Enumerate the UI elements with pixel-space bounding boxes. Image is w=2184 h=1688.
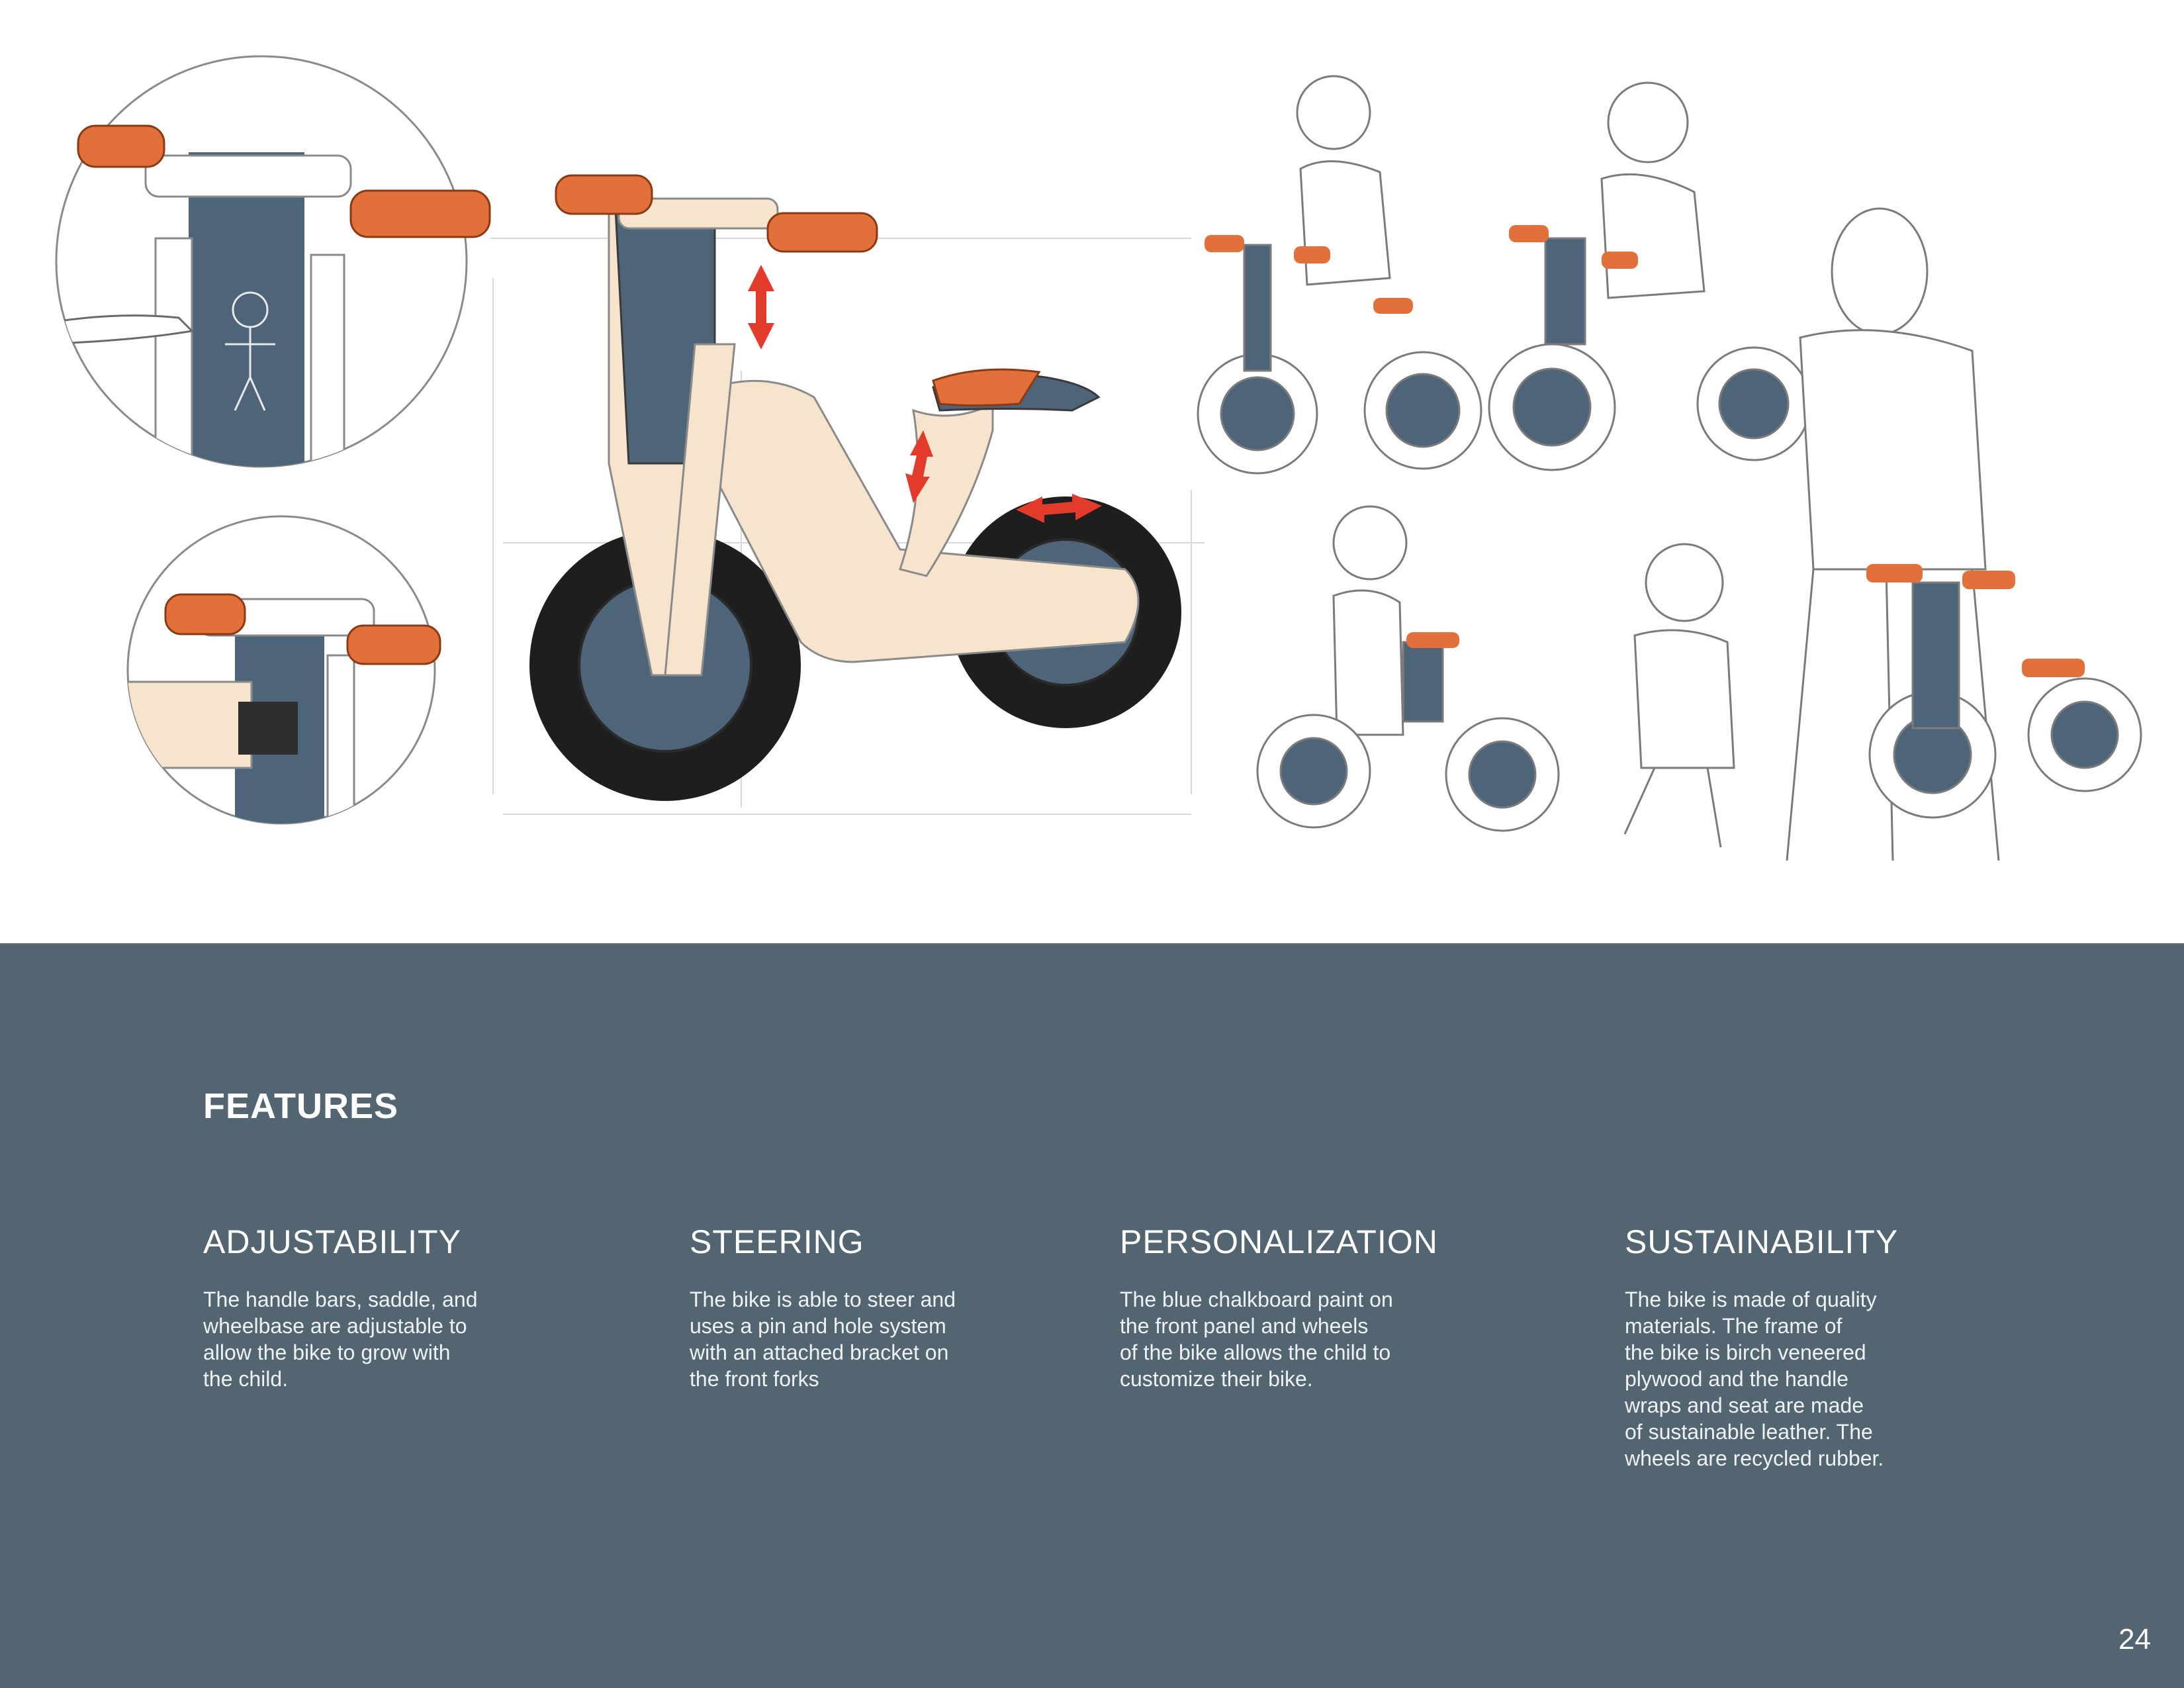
feature-title: PERSONALIZATION (1120, 1223, 1438, 1260)
rider-sketches (1197, 75, 2142, 861)
feature-description: The bike is able to steer and uses a pin… (690, 1286, 1047, 1392)
description-line: the front forks (690, 1367, 819, 1391)
description-line: wheelbase are adjustable to (203, 1314, 467, 1338)
page-number: 24 (2118, 1623, 2151, 1656)
feature-steering: STEERING The bike is able to steer and u… (690, 1223, 1047, 1392)
features-panel: FEATURES ADJUSTABILITY The handle bars, … (0, 943, 2184, 1688)
description-line: plywood and the handle (1625, 1367, 1849, 1391)
description-line: of sustainable leather. The (1625, 1420, 1873, 1444)
detail-steering-bracket (126, 515, 441, 825)
features-heading: FEATURES (203, 1086, 399, 1126)
description-line: the front panel and wheels (1120, 1314, 1369, 1338)
description-line: The handle bars, saddle, and (203, 1288, 478, 1311)
description-line: materials. The frame of (1625, 1314, 1843, 1338)
bike-concept-illustration (0, 0, 2184, 943)
balance-bike-main (529, 174, 1181, 801)
description-line: customize their bike. (1120, 1367, 1313, 1391)
feature-personalization: PERSONALIZATION The blue chalkboard pain… (1120, 1223, 1530, 1392)
description-line: with an attached bracket on (690, 1340, 949, 1364)
detail-chalkboard-panel (55, 55, 491, 468)
feature-description: The blue chalkboard paint on the front p… (1120, 1286, 1530, 1392)
description-line: wraps and seat are made (1625, 1393, 1864, 1417)
description-line: The bike is able to steer and (690, 1288, 956, 1311)
feature-title: STEERING (690, 1223, 864, 1260)
description-line: The blue chalkboard paint on (1120, 1288, 1393, 1311)
description-line: wheels are recycled rubber. (1625, 1446, 1884, 1470)
feature-description: The handle bars, saddle, and wheelbase a… (203, 1286, 547, 1392)
description-line: the child. (203, 1367, 289, 1391)
feature-adjustability: ADJUSTABILITY The handle bars, saddle, a… (203, 1223, 547, 1392)
feature-title: ADJUSTABILITY (203, 1223, 461, 1260)
description-line: allow the bike to grow with (203, 1340, 451, 1364)
description-line: of the bike allows the child to (1120, 1340, 1391, 1364)
feature-title: SUSTAINABILITY (1625, 1223, 1899, 1260)
description-line: The bike is made of quality (1625, 1288, 1877, 1311)
feature-sustainability: SUSTAINABILITY The bike is made of quali… (1625, 1223, 1995, 1472)
description-line: uses a pin and hole system (690, 1314, 946, 1338)
description-line: the bike is birch veneered (1625, 1340, 1866, 1364)
feature-description: The bike is made of quality materials. T… (1625, 1286, 1995, 1472)
